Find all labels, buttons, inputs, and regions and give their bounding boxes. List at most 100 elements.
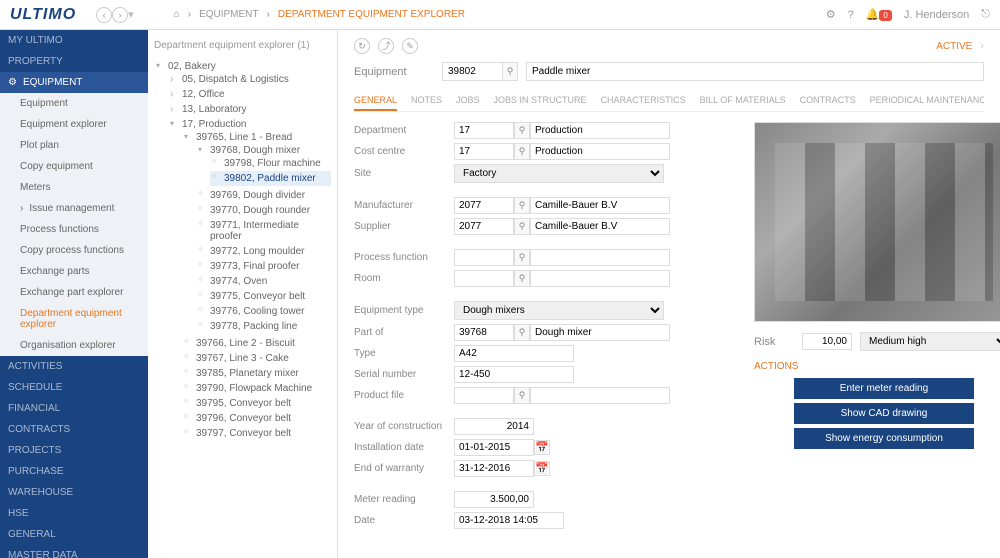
tree-leaf[interactable]: 39775, Conveyor belt	[196, 289, 331, 304]
sidebar-item[interactable]: SCHEDULE	[0, 377, 148, 398]
lookup-icon[interactable]: ⚲	[514, 270, 530, 287]
warranty-input[interactable]	[454, 460, 534, 477]
tree-leaf[interactable]: 39798, Flour machine	[210, 156, 331, 171]
tab-general[interactable]: GENERAL	[354, 91, 397, 111]
room-code[interactable]	[454, 270, 514, 287]
sidebar-item[interactable]: PROJECTS	[0, 440, 148, 461]
date-input[interactable]	[454, 512, 564, 529]
breadcrumb-2[interactable]: DEPARTMENT EQUIPMENT EXPLORER	[278, 9, 465, 20]
sidebar-item[interactable]: HSE	[0, 503, 148, 524]
sidebar-sub-active[interactable]: Department equipment explorer	[0, 303, 148, 335]
tab[interactable]: JOBS IN STRUCTURE	[494, 91, 587, 111]
sidebar-sub[interactable]: Equipment	[0, 93, 148, 114]
sidebar-sub[interactable]: Exchange parts	[0, 261, 148, 282]
sidebar-sub[interactable]: Meters	[0, 177, 148, 198]
eqtype-select[interactable]: Dough mixers	[454, 301, 664, 320]
tree-leaf[interactable]: 39772, Long moulder	[196, 244, 331, 259]
bell-icon[interactable]: 🔔0	[866, 8, 892, 21]
partof-desc[interactable]	[530, 324, 670, 341]
installdate-input[interactable]	[454, 439, 534, 456]
department-code[interactable]	[454, 122, 514, 139]
type-input[interactable]	[454, 345, 574, 362]
tree-node[interactable]: 39765, Line 1 - Bread 39768, Dough mixer…	[182, 130, 331, 336]
sidebar-item[interactable]: CONTRACTS	[0, 419, 148, 440]
supplier-code[interactable]	[454, 218, 514, 235]
site-select[interactable]: Factory	[454, 164, 664, 183]
user-name[interactable]: J. Henderson	[904, 9, 969, 21]
breadcrumb-1[interactable]: EQUIPMENT	[199, 9, 258, 20]
tab[interactable]: NOTES	[411, 91, 442, 111]
year-input[interactable]	[454, 418, 534, 435]
forward-icon[interactable]: ›	[112, 7, 128, 23]
back-icon[interactable]: ‹	[96, 7, 112, 23]
tree-node[interactable]: 17, Production 39765, Line 1 - Bread 397…	[168, 117, 331, 443]
sidebar-sub[interactable]: Copy process functions	[0, 240, 148, 261]
sidebar-item[interactable]: ACTIVITIES	[0, 356, 148, 377]
risk-value[interactable]	[802, 333, 852, 350]
tab[interactable]: JOBS	[456, 91, 480, 111]
costcentre-code[interactable]	[454, 143, 514, 160]
tree-node[interactable]: 05, Dispatch & Logistics	[168, 72, 331, 87]
sidebar-sub[interactable]: Process functions	[0, 219, 148, 240]
refresh-icon[interactable]: ↻	[354, 38, 370, 54]
sidebar-item[interactable]: GENERAL	[0, 524, 148, 545]
chevron-right-icon[interactable]: ›	[980, 40, 984, 52]
tree-leaf[interactable]: 39796, Conveyor belt	[182, 411, 331, 426]
lookup-icon[interactable]: ⚲	[514, 197, 530, 214]
productfile-code[interactable]	[454, 387, 514, 404]
equipment-desc[interactable]	[526, 62, 984, 81]
tree-leaf[interactable]: 39767, Line 3 - Cake	[182, 351, 331, 366]
lookup-icon[interactable]: ⚲	[502, 62, 518, 81]
tree-node[interactable]: 12, Office	[168, 87, 331, 102]
tab[interactable]: BILL OF MATERIALS	[700, 91, 786, 111]
calendar-icon[interactable]: 📅	[534, 440, 550, 455]
tree-leaf[interactable]: 39773, Final proofer	[196, 259, 331, 274]
sidebar-sub[interactable]: Organisation explorer	[0, 335, 148, 356]
action-icon[interactable]: ⤴	[378, 38, 394, 54]
tab[interactable]: CHARACTERISTICS	[601, 91, 686, 111]
gear-icon[interactable]: ⚙	[826, 8, 836, 21]
manufacturer-code[interactable]	[454, 197, 514, 214]
sidebar-item[interactable]: MASTER DATA	[0, 545, 148, 558]
equipment-code[interactable]	[442, 62, 502, 81]
sidebar-item[interactable]: PURCHASE	[0, 461, 148, 482]
lookup-icon[interactable]: ⚲	[514, 122, 530, 139]
tree-leaf[interactable]: 39790, Flowpack Machine	[182, 381, 331, 396]
productfile-desc[interactable]	[530, 387, 670, 404]
show-cad-button[interactable]: Show CAD drawing	[794, 403, 974, 424]
logout-icon[interactable]: ⎋	[981, 8, 990, 21]
tree-leaf[interactable]: 39771, Intermediate proofer	[196, 218, 331, 244]
tree-leaf[interactable]: 39776, Cooling tower	[196, 304, 331, 319]
sidebar-sub[interactable]: Plot plan	[0, 135, 148, 156]
tree-leaf[interactable]: 39785, Planetary mixer	[182, 366, 331, 381]
dropdown-icon[interactable]: ▾	[128, 8, 134, 21]
room-desc[interactable]	[530, 270, 670, 287]
partof-code[interactable]	[454, 324, 514, 341]
manufacturer-desc[interactable]	[530, 197, 670, 214]
costcentre-desc[interactable]	[530, 143, 670, 160]
tree-leaf[interactable]: 39795, Conveyor belt	[182, 396, 331, 411]
risk-level[interactable]: Medium high	[860, 332, 1000, 351]
edit-icon[interactable]: ✎	[402, 38, 418, 54]
tree-leaf[interactable]: 39766, Line 2 - Biscuit	[182, 336, 331, 351]
sidebar-sub[interactable]: Copy equipment	[0, 156, 148, 177]
tab[interactable]: PERIODICAL MAINTENANCE	[870, 91, 984, 111]
tree-node[interactable]: 39768, Dough mixer 39798, Flour machine …	[196, 143, 331, 188]
tree-leaf[interactable]: 39778, Packing line	[196, 319, 331, 334]
enter-meter-button[interactable]: Enter meter reading	[794, 378, 974, 399]
calendar-icon[interactable]: 📅	[534, 461, 550, 476]
serial-input[interactable]	[454, 366, 574, 383]
lookup-icon[interactable]: ⚲	[514, 324, 530, 341]
help-icon[interactable]: ?	[848, 9, 854, 21]
tree-node[interactable]: 13, Laboratory	[168, 102, 331, 117]
processfn-desc[interactable]	[530, 249, 670, 266]
tree-leaf[interactable]: 39774, Oven	[196, 274, 331, 289]
department-desc[interactable]	[530, 122, 670, 139]
sidebar-item[interactable]: WAREHOUSE	[0, 482, 148, 503]
show-energy-button[interactable]: Show energy consumption	[794, 428, 974, 449]
tree-leaf[interactable]: 39770, Dough rounder	[196, 203, 331, 218]
sidebar-sub[interactable]: › Issue management	[0, 198, 148, 219]
sidebar-sub[interactable]: Exchange part explorer	[0, 282, 148, 303]
sidebar-item-property[interactable]: PROPERTY	[0, 51, 148, 72]
processfn-code[interactable]	[454, 249, 514, 266]
